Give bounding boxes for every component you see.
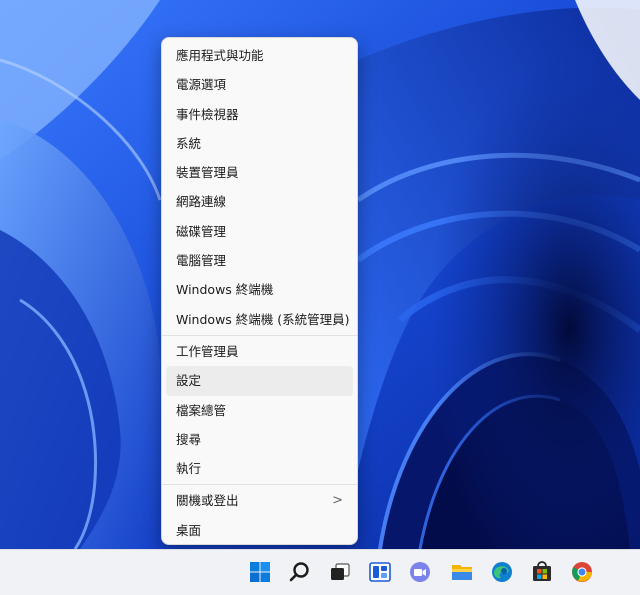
menu-item-desktop[interactable]: 桌面 (166, 516, 353, 545)
winx-context-menu: 應用程式與功能 電源選項 事件檢視器 系統 裝置管理員 網路連線 磁碟管理 電腦… (161, 37, 358, 545)
menu-item-file-explorer[interactable]: 檔案總管 (166, 396, 353, 425)
menu-group-power: 關機或登出 > 桌面 (166, 486, 353, 545)
menu-item-settings[interactable]: 設定 (166, 366, 353, 396)
taskbar (0, 549, 640, 595)
start-icon[interactable] (248, 560, 272, 584)
menu-item-search[interactable]: 搜尋 (166, 425, 353, 454)
menu-item-label: 關機或登出 (176, 493, 239, 509)
menu-item-apps-and-features[interactable]: 應用程式與功能 (166, 41, 353, 70)
chrome-icon[interactable] (570, 560, 594, 584)
chevron-right-icon: > (332, 493, 343, 509)
menu-item-device-manager[interactable]: 裝置管理員 (166, 158, 353, 187)
menu-group-tools: 工作管理員 設定 檔案總管 搜尋 執行 (166, 337, 353, 483)
menu-separator (162, 484, 357, 486)
menu-item-windows-terminal-admin[interactable]: Windows 終端機 (系統管理員) (166, 305, 353, 334)
menu-item-shutdown-or-signout[interactable]: 關機或登出 > (166, 486, 353, 515)
menu-item-disk-management[interactable]: 磁碟管理 (166, 217, 353, 246)
widgets-icon[interactable] (368, 560, 392, 584)
menu-group-admin-tools: 應用程式與功能 電源選項 事件檢視器 系統 裝置管理員 網路連線 磁碟管理 電腦… (166, 41, 353, 334)
menu-item-system[interactable]: 系統 (166, 129, 353, 158)
task-view-icon[interactable] (328, 560, 352, 584)
menu-item-windows-terminal[interactable]: Windows 終端機 (166, 275, 353, 304)
menu-separator (162, 334, 357, 336)
menu-item-run[interactable]: 執行 (166, 454, 353, 483)
search-icon[interactable] (288, 560, 312, 584)
edge-icon[interactable] (490, 560, 514, 584)
file-explorer-icon[interactable] (450, 560, 474, 584)
teams-chat-icon[interactable] (408, 560, 432, 584)
menu-item-computer-management[interactable]: 電腦管理 (166, 246, 353, 275)
store-icon[interactable] (530, 560, 554, 584)
menu-item-event-viewer[interactable]: 事件檢視器 (166, 100, 353, 129)
menu-item-network-connections[interactable]: 網路連線 (166, 187, 353, 216)
menu-item-task-manager[interactable]: 工作管理員 (166, 337, 353, 366)
menu-item-power-options[interactable]: 電源選項 (166, 70, 353, 99)
